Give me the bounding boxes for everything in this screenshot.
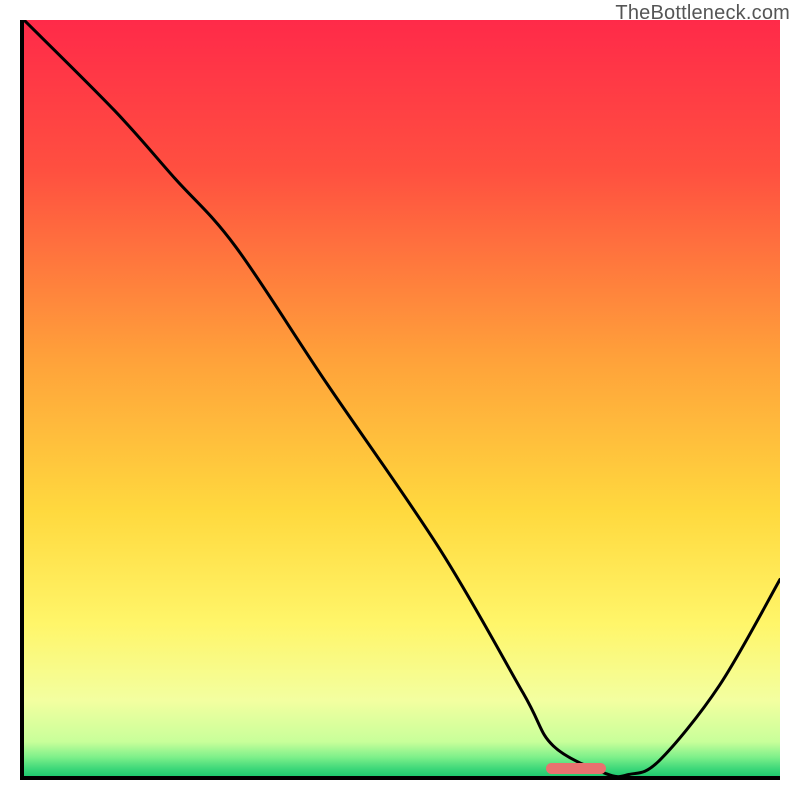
chart-container [20,20,780,780]
optimal-range-marker [546,763,607,774]
chart-svg [24,20,780,776]
bottleneck-curve [24,20,780,776]
watermark-text: TheBottleneck.com [615,2,790,25]
